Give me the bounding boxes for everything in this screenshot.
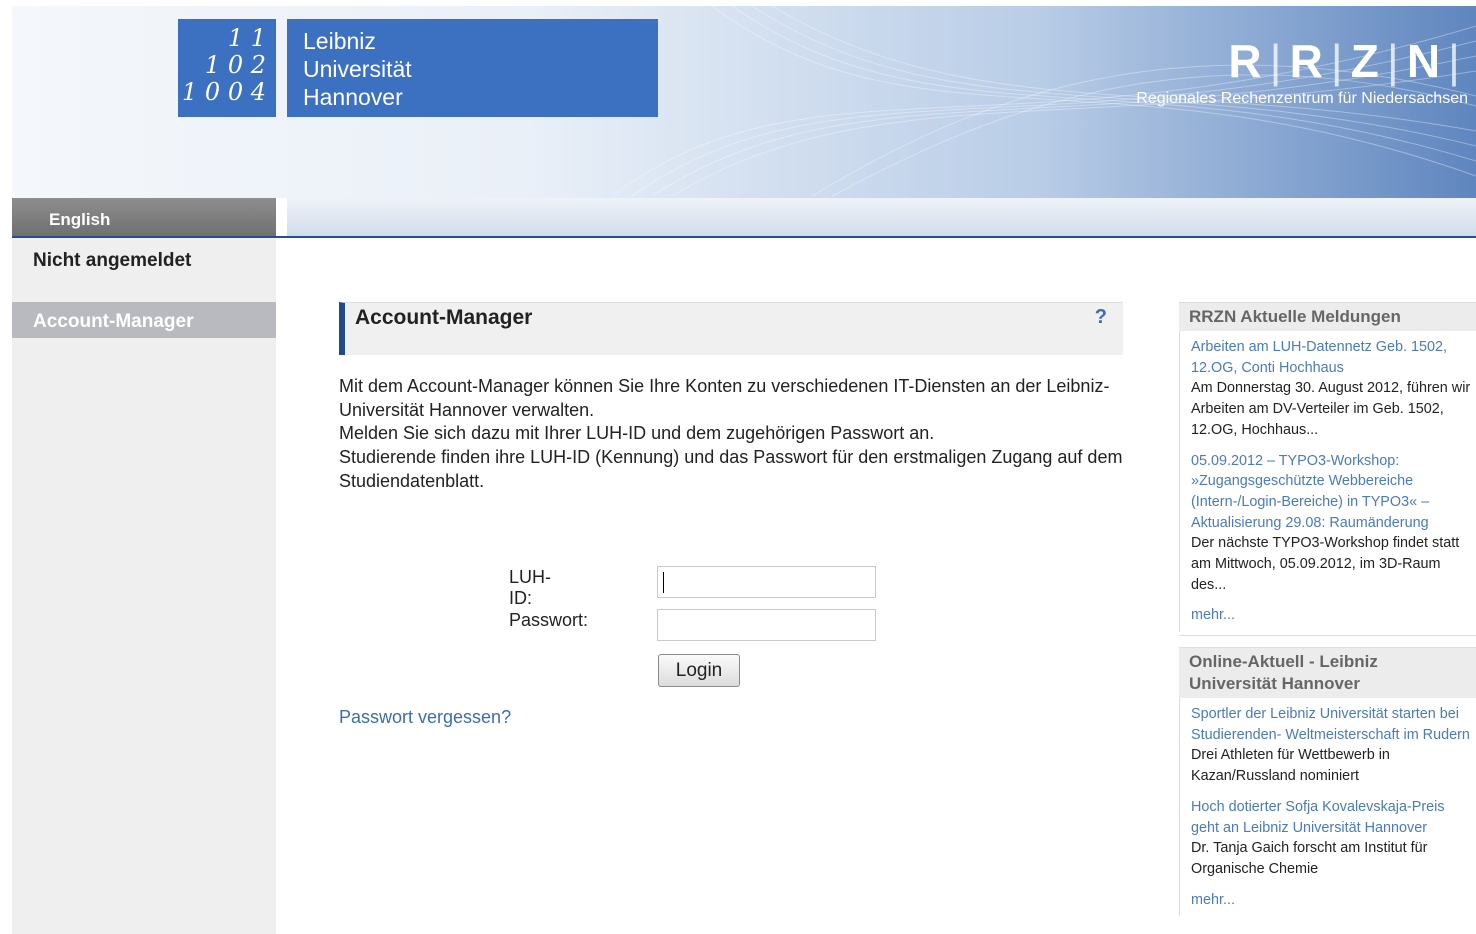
luh-name-line-3: Hannover [303,84,403,110]
news-list: Sportler der Leibniz Universität starten… [1179,698,1476,917]
left-sidebar: Nicht angemeldet Account-Manager [12,238,276,934]
news-heading: RRZN Aktuelle Meldungen [1179,302,1476,331]
rrzn-separator: | [1269,35,1284,87]
luh-name-logo[interactable]: Leibniz Universität Hannover [287,19,658,117]
luh-id-input[interactable] [657,566,876,598]
news-heading: Online-Aktuell - Leibniz Universität Han… [1179,647,1476,698]
news-item-link[interactable]: Sportler der Leibniz Universität starten… [1191,704,1476,745]
login-status: Nicht angemeldet [33,250,192,271]
more-link[interactable]: mehr... [1191,605,1476,626]
news-item-teaser: Am Donnerstag 30. August 2012, führen wi… [1191,380,1471,438]
rrzn-letter: Z [1350,35,1381,87]
rrzn-letter: R [1228,35,1264,87]
password-input[interactable] [657,609,876,641]
forgot-password-link[interactable]: Passwort vergessen? [339,707,511,728]
rrzn-separator: | [1386,35,1401,87]
news-item-teaser: Der nächste TYPO3-Workshop findet statt … [1191,535,1460,593]
site-header: 1 1 1 0 2 1 0 0 4 Leibniz Universität Ha… [12,6,1476,198]
luh-number-logo[interactable]: 1 1 1 0 2 1 0 0 4 [178,19,276,117]
rrzn-separator: | [1330,35,1345,87]
rrzn-subtitle: Regionales Rechenzentrum für Niedersachs… [1136,90,1468,107]
rrzn-letter: R [1289,35,1325,87]
sidebar-item-account-manager[interactable]: Account-Manager [12,302,276,338]
sub-navigation-bar [287,198,1476,238]
luh-number-line-3: 1 0 0 4 [182,78,266,106]
news-list: Arbeiten am LUH-Datennetz Geb. 1502, 12.… [1179,331,1476,633]
text-caret [663,572,664,593]
rrzn-logo[interactable]: R | R | Z | N | Regionales Rechenzentrum für Ni… [1136,36,1468,108]
news-item-teaser: Drei Athleten für Wettbewerb in Kazan/Ru… [1191,747,1390,785]
password-label: Passwort: [509,610,589,630]
news-box-online-aktuell: Online-Aktuell - Leibniz Universität Han… [1179,647,1476,934]
login-button[interactable]: Login [658,654,740,687]
intro-text: Mit dem Account-Manager können Sie Ihre … [339,375,1123,494]
help-link[interactable]: ? [1095,306,1107,329]
news-item: Arbeiten am LUH-Datennetz Geb. 1502, 12.… [1191,337,1476,441]
rrzn-letters: R | R | Z | N | [1136,36,1468,86]
language-switch-english[interactable]: English [12,198,276,238]
main-content: Account-Manager ? Mit dem Account-Manage… [339,302,1123,727]
intro-paragraph-2: Melden Sie sich dazu mit Ihrer LUH-ID un… [339,423,935,444]
intro-paragraph-3: Studierende finden ihre LUH-ID (Kennung)… [339,447,1123,491]
content-header: Account-Manager ? [339,302,1123,355]
news-item-link[interactable]: Arbeiten am LUH-Datennetz Geb. 1502, 12.… [1191,337,1476,378]
luh-name-line-1: Leibniz [303,28,376,54]
news-box-rrzn: RRZN Aktuelle Meldungen Arbeiten am LUH-… [1179,302,1476,636]
rrzn-separator: | [1448,35,1462,87]
news-item: Hoch dotierter Sofja Kovalevskaja-Preis … [1191,797,1476,880]
news-item-link[interactable]: 05.09.2012 – TYPO3-Workshop: »Zugangsges… [1191,451,1476,534]
luh-name-line-2: Universität [303,56,412,82]
luh-number-line-1: 1 1 [227,24,266,52]
luh-id-label: LUH-ID: [509,567,552,608]
news-item-teaser: Dr. Tanja Gaich forscht am Institut für … [1191,840,1428,877]
luh-number-line-2: 1 0 2 [204,51,266,79]
rrzn-letter: N [1406,35,1443,87]
intro-paragraph-1: Mit dem Account-Manager können Sie Ihre … [339,376,1110,420]
news-item: 05.09.2012 – TYPO3-Workshop: »Zugangsges… [1191,451,1476,596]
more-link[interactable]: mehr... [1191,890,1476,911]
news-item: Sportler der Leibniz Universität starten… [1191,704,1476,787]
news-item-link[interactable]: Hoch dotierter Sofja Kovalevskaja-Preis … [1191,797,1476,838]
page-title: Account-Manager [355,306,533,329]
